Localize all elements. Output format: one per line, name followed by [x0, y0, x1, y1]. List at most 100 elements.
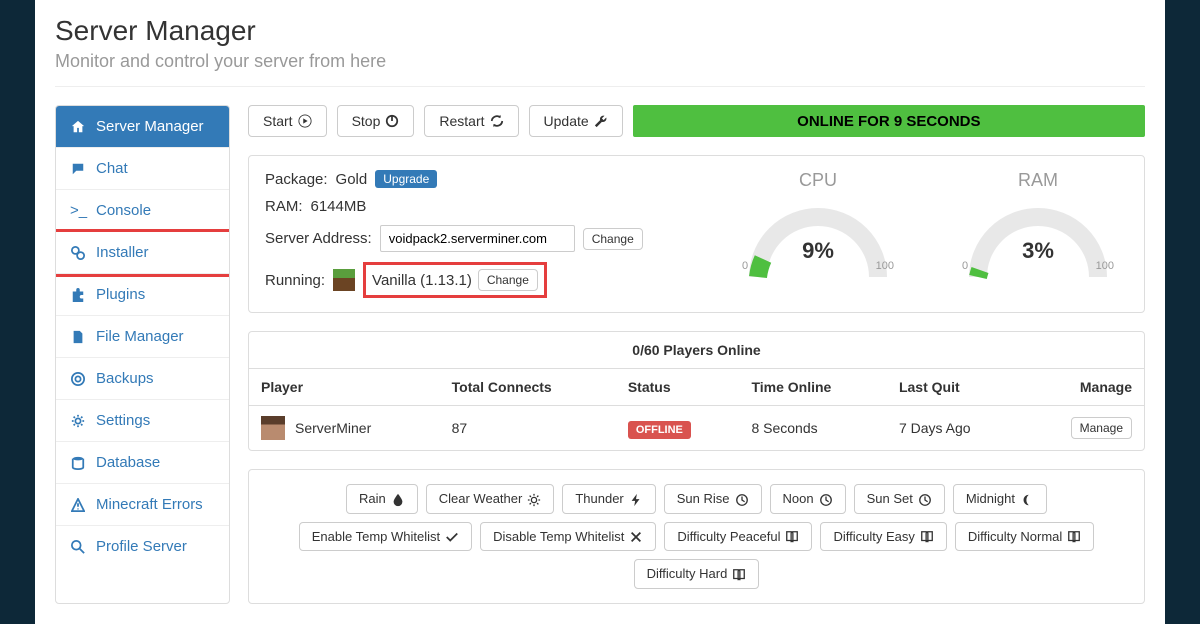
ram-gauge-title: RAM: [948, 170, 1128, 191]
moon-icon: [1020, 491, 1034, 507]
col-connects: Total Connects: [440, 369, 616, 406]
running-label: Running:: [265, 272, 325, 289]
sidebar-item-console[interactable]: >_ Console: [56, 190, 229, 232]
update-button[interactable]: Update: [529, 105, 623, 137]
file-icon: [70, 328, 86, 345]
upgrade-button[interactable]: Upgrade: [375, 170, 437, 188]
sun-icon: [527, 491, 541, 507]
clock-icon: [735, 491, 749, 507]
sidebar-item-label: Console: [96, 202, 151, 219]
ram-value: 6144MB: [311, 198, 367, 215]
difficulty-normal-button[interactable]: Difficulty Normal: [955, 522, 1094, 552]
status-badge: OFFLINE: [628, 421, 691, 439]
status-bar: ONLINE FOR 9 SECONDS: [633, 105, 1145, 137]
start-button[interactable]: Start: [248, 105, 327, 137]
change-address-button[interactable]: Change: [583, 228, 643, 250]
sidebar-item-label: Plugins: [96, 286, 145, 303]
life-ring-icon: [70, 370, 86, 387]
book-icon: [732, 566, 746, 582]
sidebar-item-label: Installer: [96, 244, 149, 261]
sun-set-button[interactable]: Sun Set: [854, 484, 945, 514]
table-row: ServerMiner 87 OFFLINE 8 Seconds 7 Days …: [249, 406, 1144, 451]
warn-icon: [70, 496, 86, 513]
actions-panel: Rain Clear Weather Thunder Sun Rise Noon…: [248, 469, 1145, 604]
sidebar-item-installer[interactable]: Installer: [56, 232, 229, 274]
ram-gauge: RAM 3% 0100: [948, 170, 1128, 298]
book-icon: [920, 529, 934, 545]
player-avatar-icon: [261, 416, 285, 440]
wrench-icon: [594, 114, 608, 128]
x-icon: [629, 529, 643, 545]
player-connects: 87: [440, 406, 616, 451]
col-player: Player: [249, 369, 440, 406]
difficulty-peaceful-button[interactable]: Difficulty Peaceful: [664, 522, 812, 552]
running-highlight: Vanilla (1.13.1) Change: [363, 262, 547, 298]
sidebar-item-minecraft-errors[interactable]: Minecraft Errors: [56, 484, 229, 526]
address-input[interactable]: [380, 225, 575, 252]
sidebar-item-server-manager[interactable]: Server Manager: [56, 106, 229, 148]
player-quit: 7 Days Ago: [887, 406, 1023, 451]
sun-rise-button[interactable]: Sun Rise: [664, 484, 762, 514]
drop-icon: [391, 491, 405, 507]
ram-gauge-value: 3%: [948, 238, 1128, 264]
midnight-button[interactable]: Midnight: [953, 484, 1047, 514]
change-version-button[interactable]: Change: [478, 269, 538, 291]
col-quit: Last Quit: [887, 369, 1023, 406]
sidebar-item-label: Profile Server: [96, 538, 187, 555]
players-online-header: 0/60 Players Online: [249, 332, 1144, 369]
sidebar-item-label: Database: [96, 454, 160, 471]
book-icon: [1067, 529, 1081, 545]
disable-temp-whitelist-button[interactable]: Disable Temp Whitelist: [480, 522, 656, 552]
clock-icon: [918, 491, 932, 507]
power-icon: [385, 114, 399, 128]
db-icon: [70, 454, 86, 471]
cog-icon: [70, 412, 86, 429]
sidebar-item-label: Chat: [96, 160, 128, 177]
sidebar-item-chat[interactable]: Chat: [56, 148, 229, 190]
minecraft-grass-icon: [333, 269, 355, 291]
thunder-button[interactable]: Thunder: [562, 484, 655, 514]
sidebar-item-database[interactable]: Database: [56, 442, 229, 484]
player-name: ServerMiner: [295, 420, 371, 436]
sidebar-item-file-manager[interactable]: File Manager: [56, 316, 229, 358]
player-time: 8 Seconds: [739, 406, 887, 451]
divider: [55, 86, 1145, 87]
play-icon: [298, 114, 312, 128]
sidebar: Server Manager Chat >_ Console Installer…: [55, 105, 230, 604]
cpu-gauge-title: CPU: [728, 170, 908, 191]
difficulty-easy-button[interactable]: Difficulty Easy: [820, 522, 946, 552]
col-status: Status: [616, 369, 740, 406]
chat-icon: [70, 160, 86, 177]
clock-icon: [819, 491, 833, 507]
sidebar-item-label: Minecraft Errors: [96, 496, 203, 513]
sidebar-item-label: Settings: [96, 412, 150, 429]
running-value: Vanilla (1.13.1): [372, 272, 472, 289]
rain-button[interactable]: Rain: [346, 484, 418, 514]
page-subtitle: Monitor and control your server from her…: [55, 51, 1145, 72]
check-icon: [445, 529, 459, 545]
stop-button[interactable]: Stop: [337, 105, 415, 137]
enable-temp-whitelist-button[interactable]: Enable Temp Whitelist: [299, 522, 472, 552]
bolt-icon: [629, 491, 643, 507]
sidebar-item-profile-server[interactable]: Profile Server: [56, 526, 229, 567]
clear-weather-button[interactable]: Clear Weather: [426, 484, 555, 514]
home-icon: [70, 118, 86, 135]
noon-button[interactable]: Noon: [770, 484, 846, 514]
gears-icon: [70, 244, 86, 261]
refresh-icon: [490, 114, 504, 128]
manage-player-button[interactable]: Manage: [1071, 417, 1132, 439]
cpu-gauge-value: 9%: [728, 238, 908, 264]
sidebar-item-label: Server Manager: [96, 118, 204, 135]
sidebar-item-backups[interactable]: Backups: [56, 358, 229, 400]
col-time: Time Online: [739, 369, 887, 406]
package-label: Package:: [265, 171, 328, 188]
sidebar-item-plugins[interactable]: Plugins: [56, 274, 229, 316]
terminal-icon: >_: [70, 202, 86, 219]
difficulty-hard-button[interactable]: Difficulty Hard: [634, 559, 760, 589]
restart-button[interactable]: Restart: [424, 105, 518, 137]
ram-label: RAM:: [265, 198, 303, 215]
search-icon: [70, 538, 86, 555]
col-manage: Manage: [1023, 369, 1144, 406]
sidebar-item-settings[interactable]: Settings: [56, 400, 229, 442]
page-title: Server Manager: [55, 15, 1145, 47]
